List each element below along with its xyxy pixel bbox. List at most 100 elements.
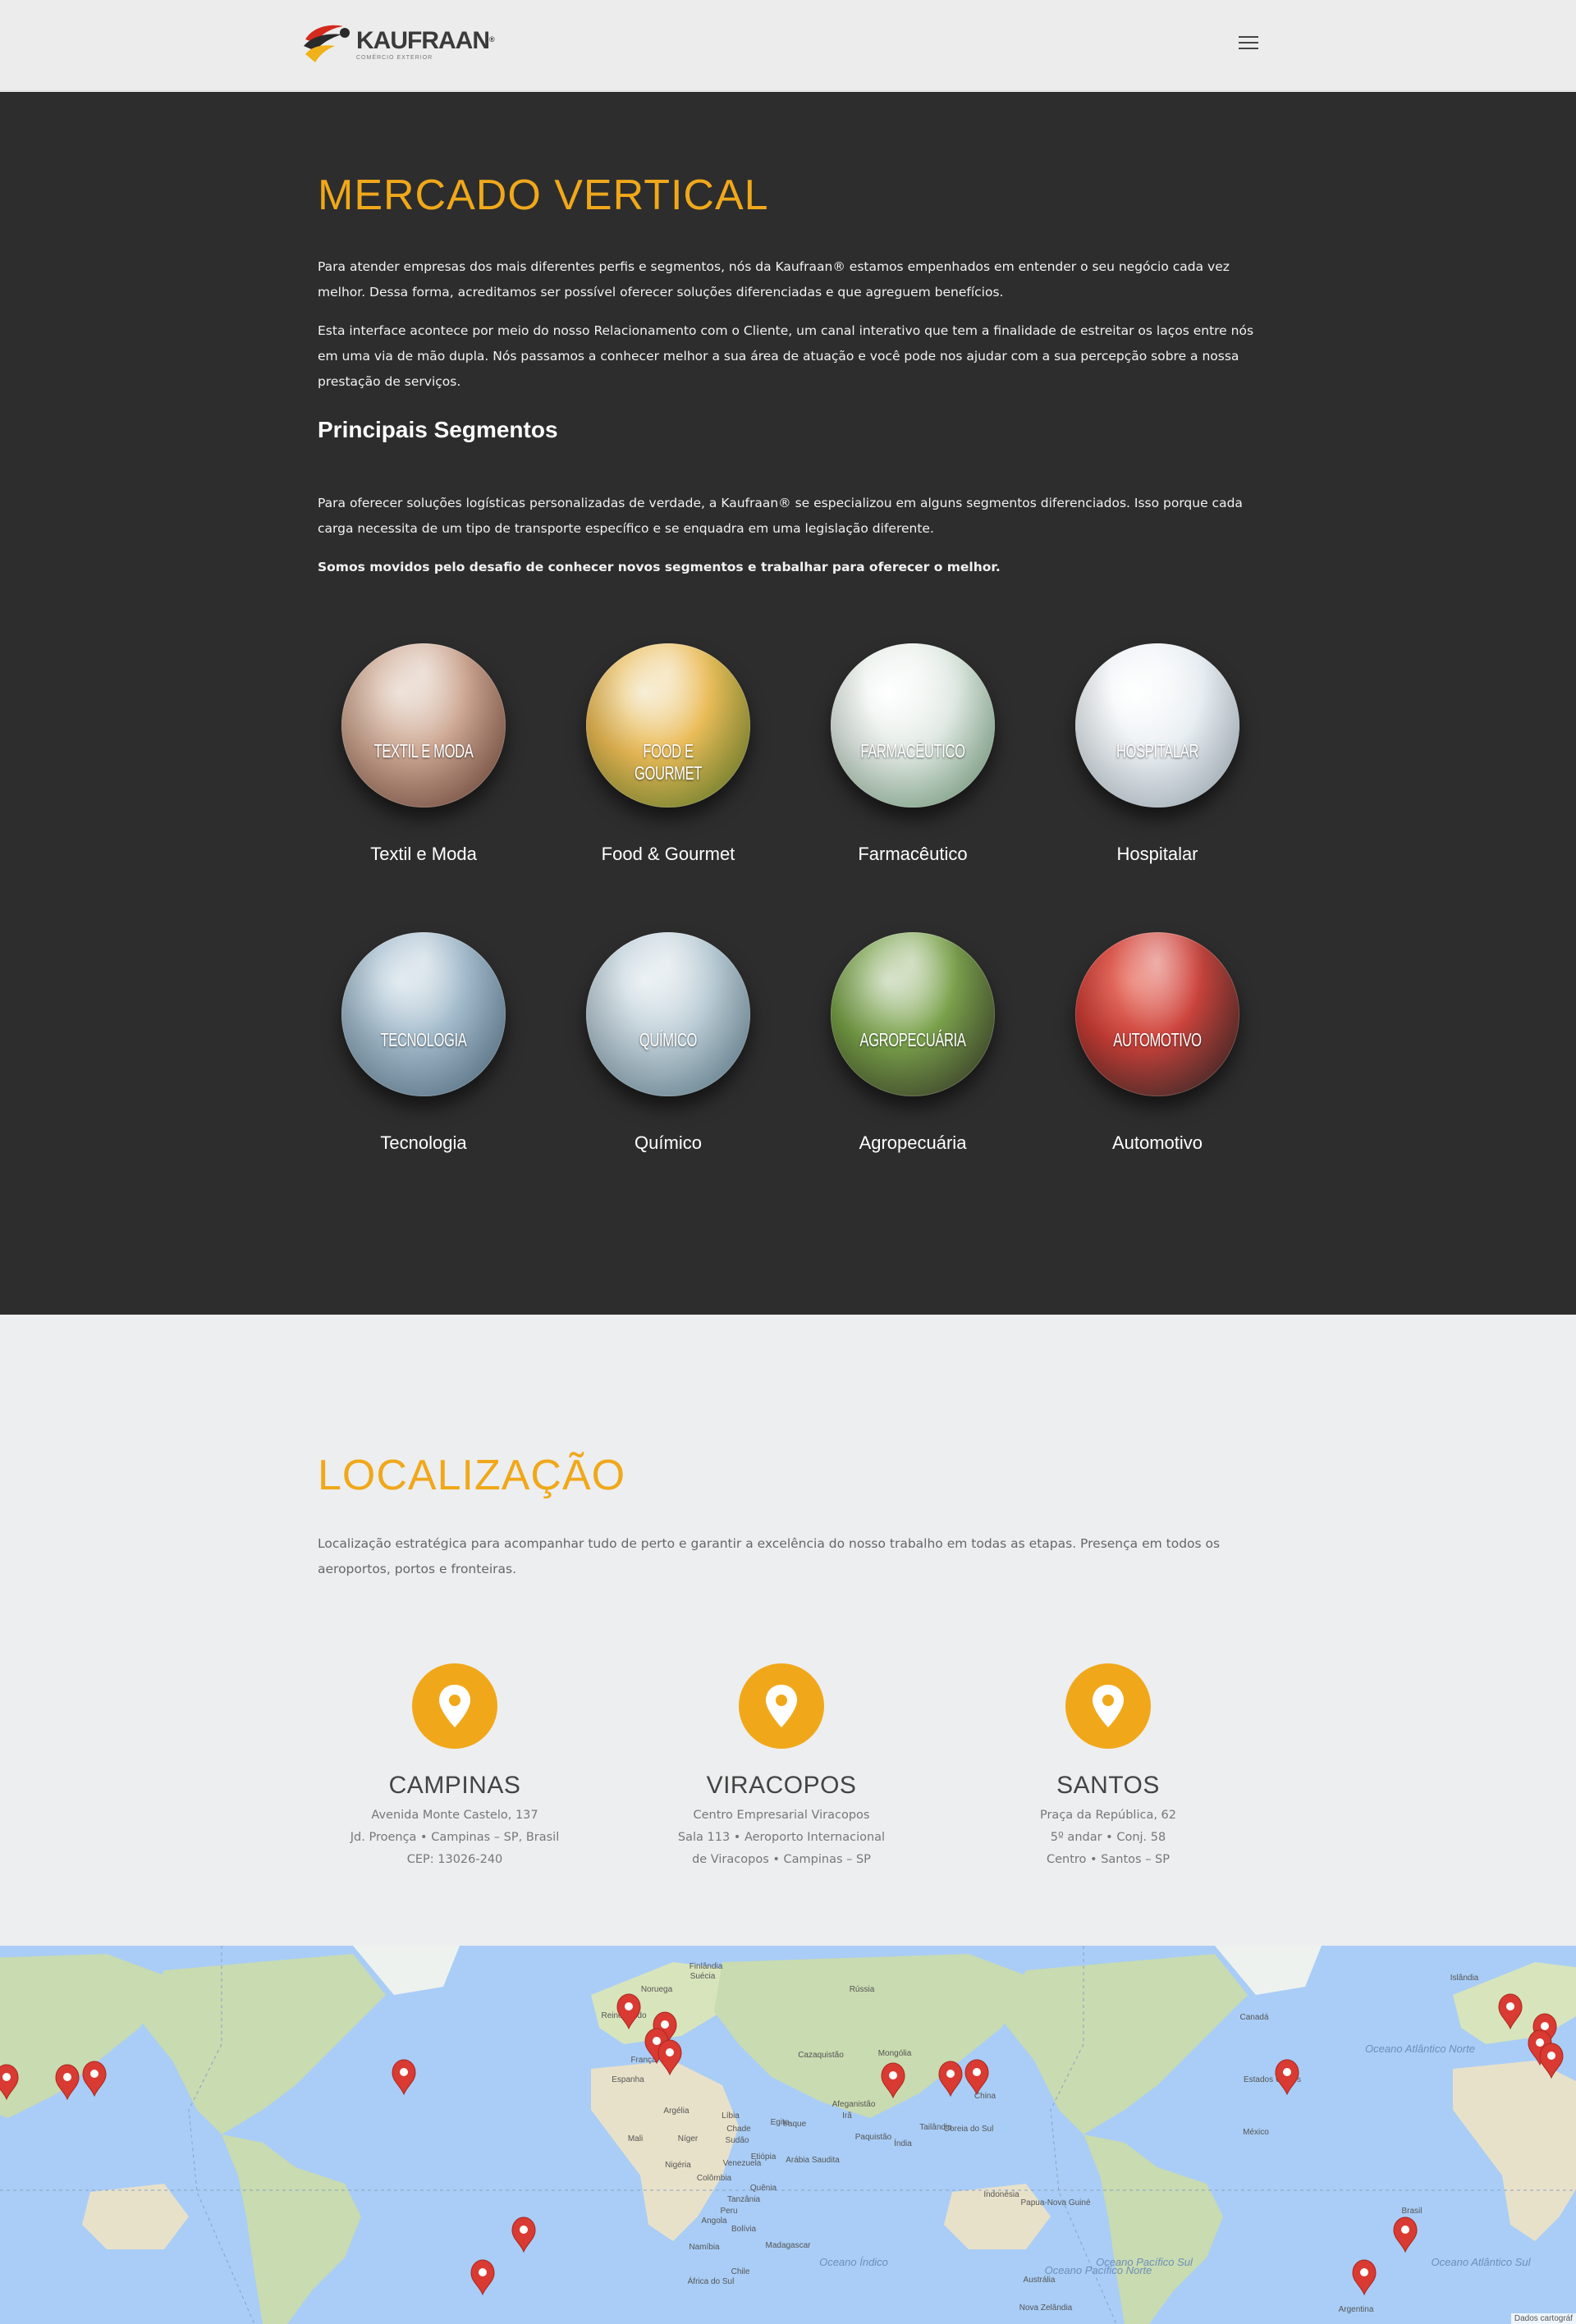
segment-image[interactable]: Tecnologia: [341, 932, 506, 1096]
brand-subtitle: COMÉRCIO EXTERIOR: [356, 54, 433, 61]
landmass-south-america: [1084, 2134, 1223, 2324]
country-label: Angola: [701, 2216, 727, 2226]
country-label: Irã: [842, 2111, 852, 2120]
world-map[interactable]: Islândia Finlândia Suécia Noruega Rússia Rein…: [0, 1946, 1576, 2324]
country-label: Venezuela: [723, 2159, 762, 2168]
segment-card[interactable]: Automotivo Automotivo: [1035, 932, 1280, 1221]
location-address-line: Praça da República, 62: [1039, 1809, 1177, 1822]
location-name: CAMPINAS: [388, 1772, 521, 1799]
country-label: Líbia: [722, 2111, 740, 2120]
segment-label[interactable]: Farmacêutico: [858, 844, 967, 865]
country-label: África do Sul: [688, 2276, 735, 2286]
segment-card[interactable]: Tecnologia Tecnologia: [301, 932, 546, 1221]
segment-card[interactable]: Agropecuária Agropecuária: [790, 932, 1035, 1221]
map-credit[interactable]: Dados cartográf: [1510, 2313, 1576, 2324]
country-label: Tanzânia: [727, 2195, 760, 2204]
location-address-line: de Viracopos • Campinas – SP: [692, 1853, 871, 1866]
location-pin-icon: [412, 1663, 497, 1749]
country-label: Islândia: [1450, 1974, 1479, 1983]
segment-image[interactable]: Food e Gourmet: [586, 643, 750, 807]
intro-paragraph: Para atender empresas dos mais diferente…: [318, 259, 1230, 300]
map-canvas[interactable]: IslândiaFinlândiaSuéciaNoruega RússiaRein…: [0, 1946, 1576, 2324]
country-label: Índia: [894, 2138, 912, 2148]
segment-card[interactable]: Textil e Moda Textil e Moda: [301, 643, 546, 932]
map-marker-icon[interactable]: [1393, 2216, 1418, 2253]
location-address-line: Jd. Proença • Campinas – SP, Brasil: [350, 1831, 560, 1844]
country-label: Finlândia: [690, 1962, 723, 1971]
country-label: Chile: [731, 2267, 750, 2276]
map-marker-icon[interactable]: [1352, 2259, 1377, 2296]
country-label: México: [1243, 2128, 1269, 2137]
segment-label[interactable]: Químico: [635, 1132, 702, 1154]
segment-badge-text: Agropecuária: [859, 1029, 966, 1050]
segment-label[interactable]: Food & Gourmet: [602, 844, 735, 865]
segment-card[interactable]: Farmacêutico Farmacêutico: [790, 643, 1035, 932]
location-address-line: Centro Empresarial Viracopos: [693, 1809, 870, 1822]
location-address-line: Centro • Santos – SP: [1046, 1853, 1170, 1866]
landmass-north-america: [1001, 1954, 1248, 2134]
country-label: Cazaquistão: [798, 2051, 844, 2060]
segment-image[interactable]: Agropecuária: [831, 932, 995, 1096]
segment-image[interactable]: Hospitalar: [1075, 643, 1239, 807]
map-marker-icon[interactable]: [392, 2059, 416, 2096]
relationship-paragraph: Esta interface acontece por meio do noss…: [318, 323, 1254, 389]
segment-label[interactable]: Tecnologia: [380, 1132, 466, 1154]
segment-card[interactable]: Químico Químico: [546, 932, 790, 1221]
country-label: Sudão: [726, 2136, 749, 2145]
segment-image[interactable]: Químico: [586, 932, 750, 1096]
map-marker-icon[interactable]: [964, 2059, 989, 2096]
hamburger-menu-icon[interactable]: [1239, 36, 1258, 53]
map-marker-icon[interactable]: [511, 2216, 536, 2253]
country-label: Noruega: [641, 1985, 673, 1994]
country-label: Canadá: [1239, 2013, 1268, 2022]
logo-mark-icon: [300, 21, 350, 67]
segment-label[interactable]: Automotivo: [1112, 1132, 1203, 1154]
country-label: Chade: [726, 2125, 751, 2134]
country-label: Suécia: [690, 1972, 716, 1981]
landmass-asia: [0, 1954, 172, 2118]
country-label: Indonésia: [983, 2190, 1019, 2199]
ocean-label: Oceano Atlântico Sul: [1432, 2256, 1532, 2268]
segment-badge-text: Farmacêutico: [860, 740, 965, 762]
country-label: Afeganistão: [832, 2100, 876, 2109]
country-label: Colômbia: [697, 2174, 732, 2183]
map-marker-icon[interactable]: [82, 2061, 107, 2098]
kaufraan-logo[interactable]: KAUFRAAN® COMÉRCIO EXTERIOR: [300, 21, 495, 67]
landmass-australia: [82, 2184, 189, 2249]
segment-image[interactable]: Farmacêutico: [831, 643, 995, 807]
country-label: Mongólia: [878, 2049, 912, 2058]
country-label: Coreia do Sul: [944, 2125, 994, 2134]
segments-subtitle: Principais Segmentos: [318, 417, 558, 442]
location-card: SANTOS Praça da República, 62 5º andar •…: [944, 1663, 1272, 1871]
segment-card[interactable]: Food e Gourmet Food & Gourmet: [546, 643, 790, 932]
landmass-south-america: [222, 2134, 361, 2324]
landmass-africa: [591, 2061, 739, 2241]
segments-paragraph: Para oferecer soluções logísticas person…: [318, 496, 1243, 536]
map-marker-icon[interactable]: [1275, 2059, 1299, 2096]
location-address-line: Sala 113 • Aeroporto Internacional: [677, 1831, 886, 1844]
country-label: Iraque: [783, 2120, 807, 2129]
segments-grid: Textil e Moda Textil e Moda Food e Gourmet…: [301, 643, 1280, 1221]
segment-badge-text: Textil e Moda: [373, 740, 474, 762]
landmass-north-america: [140, 1954, 386, 2134]
location-pin-icon: [739, 1663, 824, 1749]
segment-image[interactable]: Automotivo: [1075, 932, 1239, 1096]
location-card: CAMPINAS Avenida Monte Castelo, 137 Jd. …: [291, 1663, 619, 1871]
location-title: LOCALIZAÇÃO: [318, 1452, 626, 1499]
segment-label[interactable]: Hospitalar: [1116, 844, 1198, 865]
location-pin-icon: [1065, 1663, 1151, 1749]
map-marker-icon[interactable]: [470, 2259, 495, 2296]
location-card: VIRACOPOS Centro Empresarial Viracopos S…: [617, 1663, 946, 1871]
map-marker-icon[interactable]: [938, 2061, 963, 2098]
country-label: Nigéria: [665, 2161, 691, 2170]
country-label: Quênia: [750, 2184, 777, 2193]
country-label: Brasil: [1401, 2207, 1422, 2216]
location-name: VIRACOPOS: [706, 1772, 857, 1799]
segment-card[interactable]: Hospitalar Hospitalar: [1035, 643, 1280, 932]
segment-image[interactable]: Textil e Moda: [341, 643, 506, 807]
map-marker-icon[interactable]: [55, 2064, 80, 2101]
segment-label[interactable]: Textil e Moda: [370, 844, 477, 865]
segment-label[interactable]: Agropecuária: [859, 1132, 967, 1154]
country-label: Rússia: [850, 1985, 875, 1994]
country-label: Arábia Saudita: [786, 2156, 840, 2165]
